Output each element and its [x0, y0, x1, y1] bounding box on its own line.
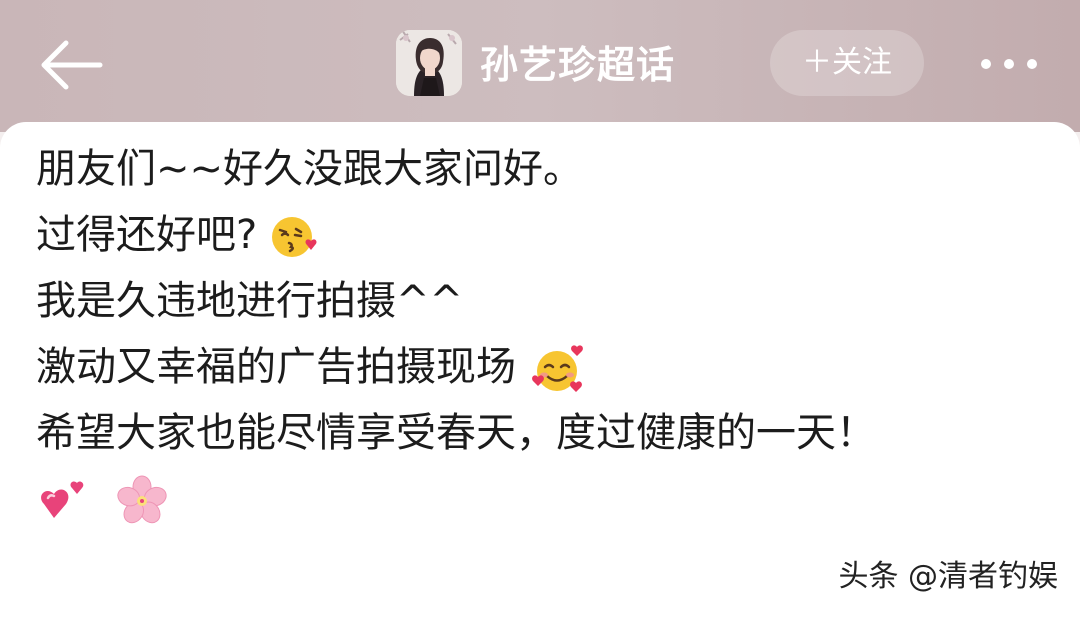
arrow-left-icon — [41, 40, 103, 90]
more-dots-icon — [981, 59, 1037, 69]
watermark: 头条 @清者钓娱 — [838, 559, 1058, 594]
smiling-face-with-hearts-emoji — [531, 345, 583, 392]
cherry-blossom-emoji — [117, 475, 167, 524]
top-bar: 孙艺珍超话 ＋关注 — [0, 0, 1080, 132]
follow-button[interactable]: ＋关注 — [770, 30, 924, 96]
post-line: 过得还好吧? — [36, 202, 876, 268]
post-line: 朋友们~~好久没跟大家问好。 — [36, 146, 584, 192]
post-content: 朋友们~~好久没跟大家问好。 过得还好吧? 我是久违地进行拍摄^^ 激动又幸福的… — [36, 136, 876, 532]
two-hearts-emoji — [41, 481, 84, 518]
post-line — [36, 466, 876, 532]
post-line: 激动又幸福的广告拍摄现场 — [36, 334, 876, 400]
post-line: 我是久违地进行拍摄^^ — [36, 278, 464, 324]
avatar[interactable] — [396, 30, 462, 96]
page-title: 孙艺珍超话 — [480, 43, 676, 87]
face-blowing-kiss-emoji — [271, 217, 317, 257]
post-line: 希望大家也能尽情享受春天，度过健康的一天！ — [36, 410, 876, 456]
more-button[interactable] — [976, 46, 1042, 82]
back-button[interactable] — [36, 38, 104, 92]
avatar-image — [396, 30, 462, 96]
